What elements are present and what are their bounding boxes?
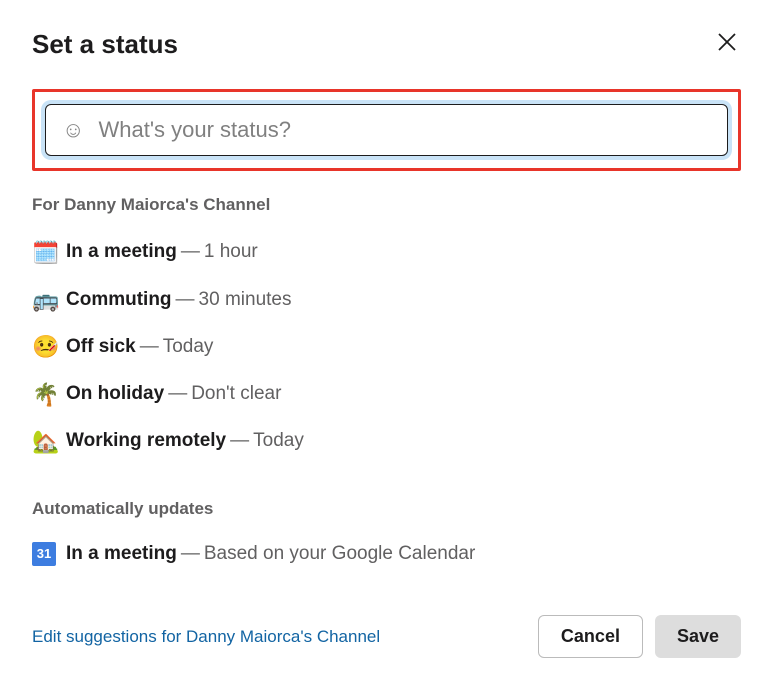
auto-updates-section: Automatically updates 31 In a meeting — … [32, 499, 741, 575]
status-input[interactable] [98, 117, 711, 143]
save-button[interactable]: Save [655, 615, 741, 658]
edit-suggestions-link[interactable]: Edit suggestions for Danny Maiorca's Cha… [32, 627, 380, 647]
suggestions-section-label: For Danny Maiorca's Channel [32, 195, 741, 215]
separator: — [181, 237, 200, 267]
suggestions-list: 🗓️ In a meeting — 1 hour 🚌 Commuting — 3… [32, 229, 741, 465]
suggestion-duration: Today [253, 426, 304, 456]
suggestion-label: In a meeting [66, 539, 177, 569]
suggestion-item-commuting[interactable]: 🚌 Commuting — 30 minutes [32, 276, 741, 323]
bus-emoji-icon: 🚌 [32, 282, 66, 317]
close-icon[interactable] [713, 28, 741, 61]
suggestion-label: On holiday [66, 379, 164, 409]
suggestion-item-holiday[interactable]: 🌴 On holiday — Don't clear [32, 371, 741, 418]
calendar-emoji-icon: 🗓️ [32, 235, 66, 270]
cancel-button[interactable]: Cancel [538, 615, 643, 658]
suggestion-label: In a meeting [66, 237, 177, 267]
separator: — [140, 332, 159, 362]
dialog-footer: Edit suggestions for Danny Maiorca's Cha… [32, 615, 741, 658]
suggestion-duration: Today [163, 332, 214, 362]
auto-section-label: Automatically updates [32, 499, 741, 519]
google-calendar-icon: 31 [32, 542, 56, 566]
dialog-title: Set a status [32, 29, 178, 60]
dialog-header: Set a status [32, 28, 741, 61]
suggestion-item-remote[interactable]: 🏡 Working remotely — Today [32, 418, 741, 465]
suggestion-duration: Don't clear [191, 379, 281, 409]
emoji-picker-icon[interactable]: ☺ [62, 119, 84, 141]
separator: — [176, 285, 195, 315]
footer-buttons: Cancel Save [538, 615, 741, 658]
sick-emoji-icon: 🤒 [32, 329, 66, 364]
suggestion-label: Off sick [66, 332, 136, 362]
suggestion-item-sick[interactable]: 🤒 Off sick — Today [32, 323, 741, 370]
suggestion-duration: 30 minutes [199, 285, 292, 315]
suggestion-label: Working remotely [66, 426, 226, 456]
separator: — [168, 379, 187, 409]
auto-item-calendar[interactable]: 31 In a meeting — Based on your Google C… [32, 533, 741, 575]
suggestion-label: Commuting [66, 285, 172, 315]
status-input-container[interactable]: ☺ [45, 104, 728, 156]
house-emoji-icon: 🏡 [32, 424, 66, 459]
suggestion-item-meeting[interactable]: 🗓️ In a meeting — 1 hour [32, 229, 741, 276]
separator: — [230, 426, 249, 456]
separator: — [181, 539, 200, 569]
suggestion-duration: 1 hour [204, 237, 258, 267]
palm-emoji-icon: 🌴 [32, 377, 66, 412]
status-input-highlight: ☺ [32, 89, 741, 171]
suggestion-duration: Based on your Google Calendar [204, 539, 475, 569]
